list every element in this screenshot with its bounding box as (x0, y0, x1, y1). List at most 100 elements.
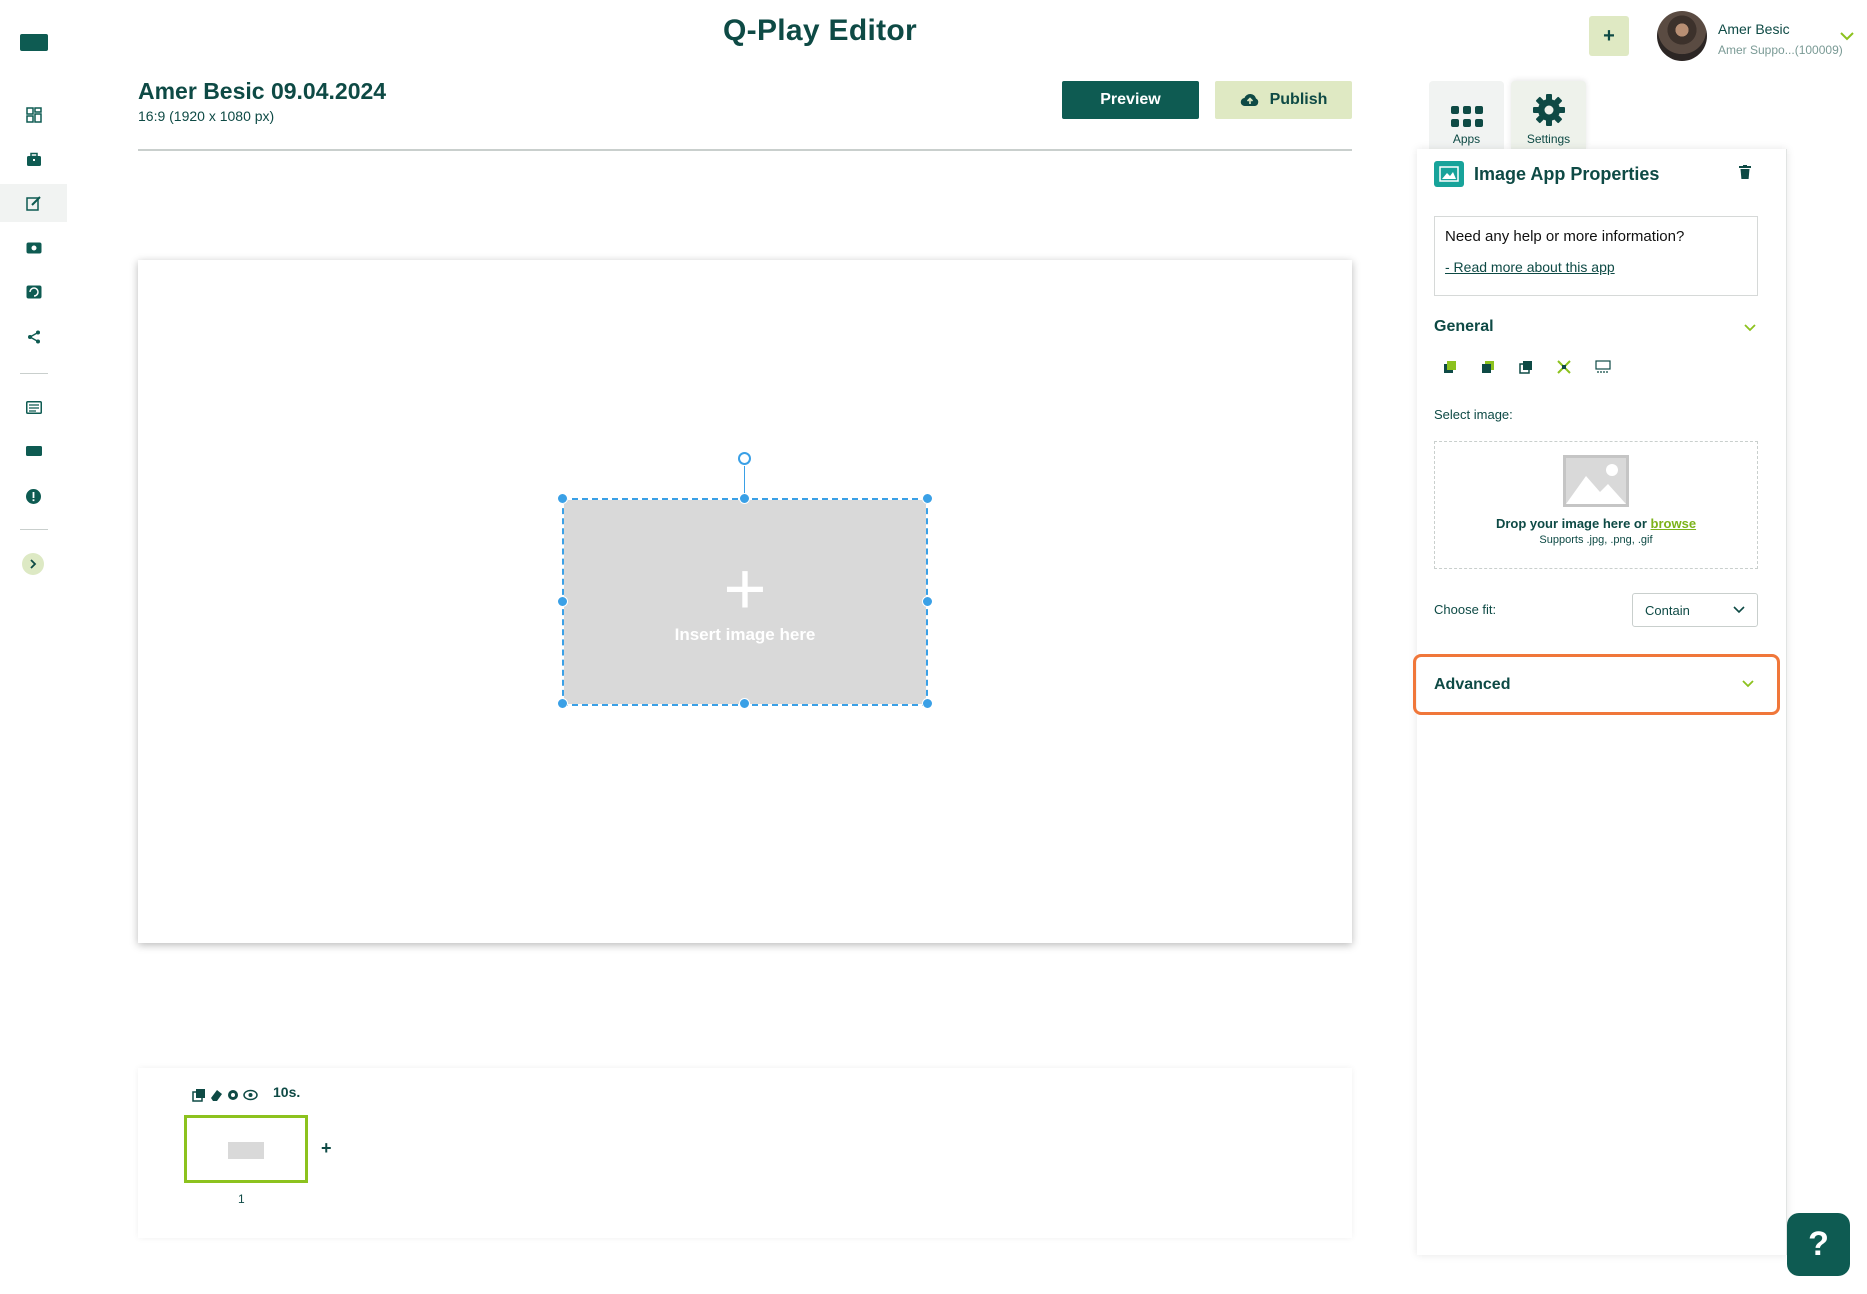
image-app-icon (1434, 161, 1464, 187)
advanced-toggle[interactable] (1742, 675, 1754, 693)
user-menu-toggle[interactable] (1840, 28, 1854, 46)
avatar[interactable] (1657, 11, 1707, 61)
slide-duration[interactable]: 10s. (273, 1084, 300, 1100)
slide-canvas[interactable]: + Insert image here (138, 260, 1352, 943)
drop-text: Drop your image here or browse (1496, 516, 1696, 531)
read-more-link[interactable]: - Read more about this app (1445, 259, 1747, 275)
publish-button[interactable]: Publish (1215, 81, 1352, 119)
media-icon (26, 242, 41, 254)
header-divider (138, 149, 1352, 151)
duplicate-icon[interactable] (1519, 360, 1533, 374)
project-title: Amer Besic 09.04.2024 (138, 78, 387, 104)
rotation-handle[interactable] (738, 452, 751, 465)
send-backward-icon[interactable] (1481, 360, 1495, 374)
gear-icon (1532, 94, 1565, 126)
resize-handle-ne[interactable] (922, 493, 933, 504)
gear-icon[interactable] (226, 1088, 240, 1102)
advanced-section[interactable]: Advanced (1413, 654, 1780, 715)
expand-sidebar-button[interactable] (22, 553, 44, 575)
sidebar-item-share[interactable] (0, 318, 67, 356)
help-question: Need any help or more information? (1445, 228, 1685, 245)
screen-icon (25, 446, 42, 456)
eye-icon[interactable] (243, 1089, 258, 1101)
logo[interactable] (20, 34, 48, 51)
select-image-label: Select image: (1434, 407, 1513, 422)
image-placeholder-icon (1563, 455, 1629, 507)
preview-button[interactable]: Preview (1062, 81, 1199, 119)
bring-forward-icon[interactable] (1443, 360, 1457, 374)
tab-settings-label: Settings (1526, 132, 1571, 146)
sidebar-item-refresh[interactable] (0, 273, 67, 311)
sidebar-item-alert[interactable] (0, 477, 67, 515)
help-button[interactable]: ? (1787, 1213, 1850, 1276)
properties-panel: Image App Properties Need any help or mo… (1413, 149, 1787, 1255)
delete-button[interactable] (1739, 165, 1751, 184)
chevron-down-icon (1742, 680, 1754, 688)
app-title: Q-Play Editor (723, 14, 917, 47)
cloud-upload-icon (1240, 93, 1258, 107)
sidebar-divider (20, 529, 48, 530)
fit-select[interactable]: Contain (1632, 593, 1758, 627)
dashboard-icon (25, 107, 42, 123)
resize-handle-nw[interactable] (557, 493, 568, 504)
browse-link[interactable]: browse (1651, 516, 1697, 531)
screen-fit-icon[interactable] (1595, 360, 1611, 374)
user-name: Amer Besic (1718, 21, 1790, 37)
supported-formats: Supports .jpg, .png, .gif (1539, 534, 1653, 546)
resize-handle-e[interactable] (922, 596, 933, 607)
list-card-icon (25, 400, 42, 414)
apps-grid-icon (1450, 106, 1483, 127)
sidebar-divider (20, 373, 48, 374)
add-button[interactable]: + (1589, 16, 1629, 56)
resize-handle-se[interactable] (922, 698, 933, 709)
chevron-down-icon (1744, 324, 1756, 332)
chevron-right-icon (30, 559, 37, 569)
choose-fit-label: Choose fit: (1434, 602, 1497, 617)
slide-number: 1 (238, 1192, 245, 1206)
resize-handle-n[interactable] (739, 493, 750, 504)
fullscreen-icon[interactable] (1557, 360, 1571, 374)
sidebar-item-list[interactable] (0, 388, 67, 426)
refresh-screen-icon (26, 285, 41, 299)
edit-icon (25, 196, 41, 211)
layer-toolbar (1443, 360, 1611, 374)
add-slide-button[interactable]: + (321, 1138, 332, 1159)
alert-icon (26, 488, 41, 504)
advanced-section-title[interactable]: Advanced (1434, 676, 1510, 694)
sidebar-item-dashboard[interactable] (0, 96, 67, 134)
duplicate-icon[interactable] (192, 1088, 206, 1102)
general-section-title[interactable]: General (1434, 318, 1494, 336)
chevron-down-icon (1733, 606, 1745, 614)
resize-handle-sw[interactable] (557, 698, 568, 709)
fit-value: Contain (1645, 602, 1690, 618)
tab-apps[interactable]: Apps (1429, 81, 1504, 149)
thumbnail-placeholder (228, 1142, 264, 1159)
tab-apps-label: Apps (1452, 132, 1481, 146)
eraser-icon[interactable] (209, 1088, 223, 1102)
tab-settings[interactable]: Settings (1511, 81, 1586, 149)
resize-handle-s[interactable] (739, 698, 750, 709)
share-icon (27, 330, 40, 344)
sidebar-item-editor[interactable] (0, 184, 67, 222)
sidebar-item-screen[interactable] (0, 432, 67, 470)
resize-handle-w[interactable] (557, 596, 568, 607)
briefcase-icon (26, 152, 41, 166)
image-drop-zone[interactable]: Drop your image here or browse Supports … (1434, 441, 1758, 569)
project-resolution: 16:9 (1920 x 1080 px) (138, 108, 275, 124)
help-box: Need any help or more information? - Rea… (1434, 216, 1758, 296)
trash-icon (1739, 165, 1751, 179)
panel-header: Image App Properties (1434, 161, 1659, 187)
slide-thumbnail[interactable] (184, 1115, 308, 1183)
slide-toolbar (192, 1088, 258, 1102)
sidebar-item-media[interactable] (0, 229, 67, 267)
slide-timeline: 10s. 1 + (138, 1068, 1352, 1238)
general-toggle[interactable] (1744, 319, 1756, 337)
user-subtitle: Amer Suppo...(100009) (1718, 43, 1843, 57)
chevron-down-icon (1840, 32, 1854, 41)
sidebar-item-briefcase[interactable] (0, 141, 67, 179)
panel-title: Image App Properties (1474, 163, 1660, 184)
left-sidebar (0, 0, 67, 1294)
drop-instruction: Drop your image here or (1495, 516, 1647, 531)
publish-label: Publish (1269, 91, 1328, 108)
selection-box[interactable] (562, 498, 928, 706)
